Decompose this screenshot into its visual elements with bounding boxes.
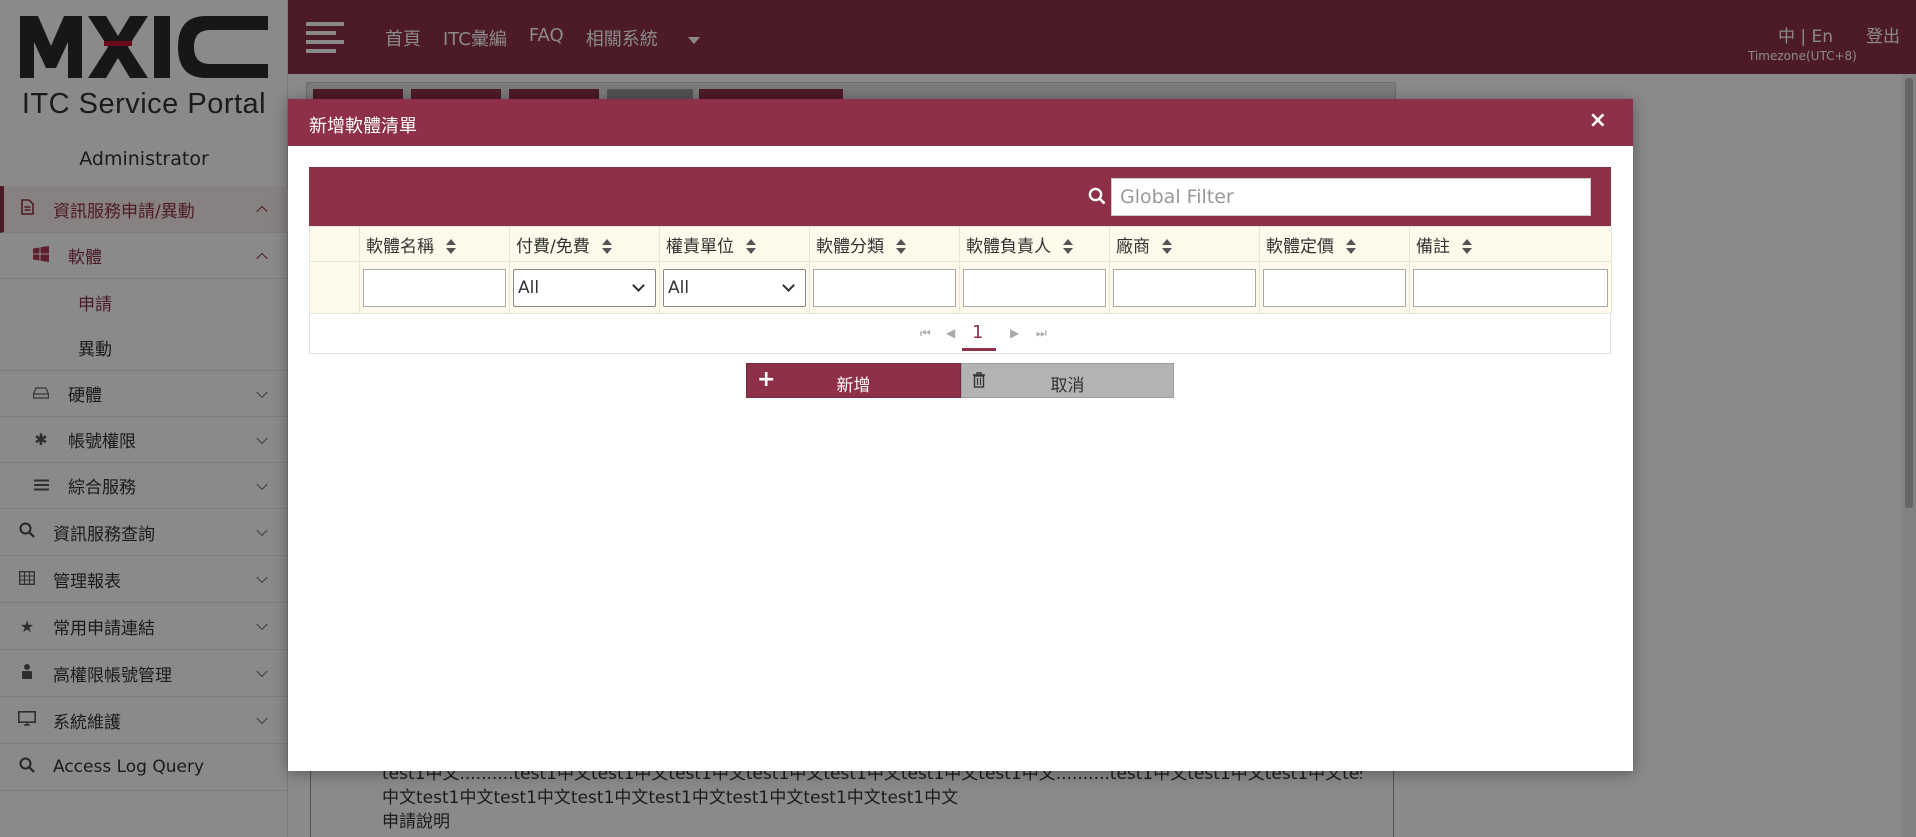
page-number[interactable]: 1 bbox=[972, 322, 983, 343]
sort-icon[interactable] bbox=[896, 238, 906, 255]
header-paid-free[interactable]: 付費/免費 bbox=[509, 226, 660, 262]
filter-cell bbox=[959, 261, 1110, 314]
add-button[interactable]: + 新增 bbox=[746, 363, 961, 398]
chevron-down-icon bbox=[782, 278, 795, 292]
next-page-icon[interactable]: ▶ bbox=[1010, 326, 1019, 340]
paid-free-filter-select[interactable]: All bbox=[513, 268, 656, 307]
modal-title: 新增軟體清單 bbox=[309, 116, 417, 137]
software-price-filter-input[interactable] bbox=[1263, 268, 1406, 307]
filter-cell: All bbox=[659, 261, 810, 314]
header-label: 權責單位 bbox=[666, 236, 734, 257]
search-icon bbox=[1088, 187, 1106, 205]
sort-icon[interactable] bbox=[601, 238, 612, 255]
header-software-owner[interactable]: 軟體負責人 bbox=[959, 226, 1110, 262]
header-responsible-unit[interactable]: 權責單位 bbox=[659, 226, 810, 262]
table-filter-bar bbox=[309, 167, 1611, 226]
software-category-filter-input[interactable] bbox=[813, 268, 956, 307]
active-page-underline bbox=[962, 348, 996, 351]
filter-cell bbox=[1409, 261, 1612, 314]
last-page-icon[interactable]: ⏭ bbox=[1036, 326, 1047, 341]
sort-icon[interactable] bbox=[1462, 238, 1472, 255]
filter-cell: All bbox=[509, 261, 660, 314]
filter-cell bbox=[1109, 261, 1260, 314]
filter-cell bbox=[1259, 261, 1410, 314]
global-filter-input[interactable] bbox=[1111, 178, 1591, 216]
header-vendor[interactable]: 廠商 bbox=[1109, 226, 1260, 262]
sort-icon[interactable] bbox=[746, 238, 756, 255]
sort-icon[interactable] bbox=[1162, 238, 1172, 255]
header-label: 軟體定價 bbox=[1266, 236, 1334, 257]
remarks-filter-input[interactable] bbox=[1413, 268, 1608, 307]
filter-cell bbox=[809, 261, 960, 314]
add-button-label: 新增 bbox=[836, 376, 871, 396]
chevron-down-icon bbox=[632, 278, 645, 292]
modal-header: 新增軟體清單 × bbox=[288, 99, 1633, 146]
software-name-filter-input[interactable] bbox=[363, 268, 506, 307]
close-icon[interactable]: × bbox=[1589, 108, 1607, 133]
header-label: 軟體名稱 bbox=[366, 236, 434, 257]
select-value: All bbox=[668, 277, 690, 298]
paginator: ⏮ ◀ 1 ▶ ⏭ bbox=[309, 314, 1611, 354]
sort-icon[interactable] bbox=[446, 238, 456, 255]
filter-cell bbox=[359, 261, 510, 314]
header-label: 軟體負責人 bbox=[966, 236, 1051, 257]
header-remarks[interactable]: 備註 bbox=[1409, 226, 1612, 262]
modal-actions: + 新增 取消 bbox=[746, 363, 1174, 398]
cancel-button-label: 取消 bbox=[1050, 376, 1085, 396]
add-software-modal: 新增軟體清單 × 軟體名稱 付費/免費 權責單位 軟體分類 軟體負責人 廠商 軟… bbox=[288, 99, 1633, 771]
header-label: 付費/免費 bbox=[516, 236, 590, 257]
filter-cell-empty bbox=[309, 261, 360, 314]
header-software-category[interactable]: 軟體分類 bbox=[809, 226, 960, 262]
cancel-button[interactable]: 取消 bbox=[961, 363, 1174, 398]
header-label: 廠商 bbox=[1116, 236, 1150, 257]
header-label: 備註 bbox=[1416, 236, 1450, 257]
prev-page-icon[interactable]: ◀ bbox=[946, 326, 955, 340]
header-software-name[interactable]: 軟體名稱 bbox=[359, 226, 510, 262]
header-select-column bbox=[309, 226, 360, 262]
vendor-filter-input[interactable] bbox=[1113, 268, 1256, 307]
header-label: 軟體分類 bbox=[816, 236, 884, 257]
table-header-row: 軟體名稱 付費/免費 權責單位 軟體分類 軟體負責人 廠商 軟體定價 備註 bbox=[309, 226, 1612, 262]
software-table: 軟體名稱 付費/免費 權責單位 軟體分類 軟體負責人 廠商 軟體定價 備註 Al… bbox=[309, 167, 1612, 354]
table-filter-row: All All bbox=[309, 261, 1612, 314]
software-grid: 軟體名稱 付費/免費 權責單位 軟體分類 軟體負責人 廠商 軟體定價 備註 Al… bbox=[309, 226, 1612, 314]
software-owner-filter-input[interactable] bbox=[963, 268, 1106, 307]
sort-icon[interactable] bbox=[1063, 238, 1073, 255]
first-page-icon[interactable]: ⏮ bbox=[920, 326, 931, 341]
header-software-price[interactable]: 軟體定價 bbox=[1259, 226, 1410, 262]
sort-icon[interactable] bbox=[1346, 238, 1356, 255]
responsible-unit-filter-select[interactable]: All bbox=[663, 268, 806, 307]
select-value: All bbox=[518, 277, 540, 298]
